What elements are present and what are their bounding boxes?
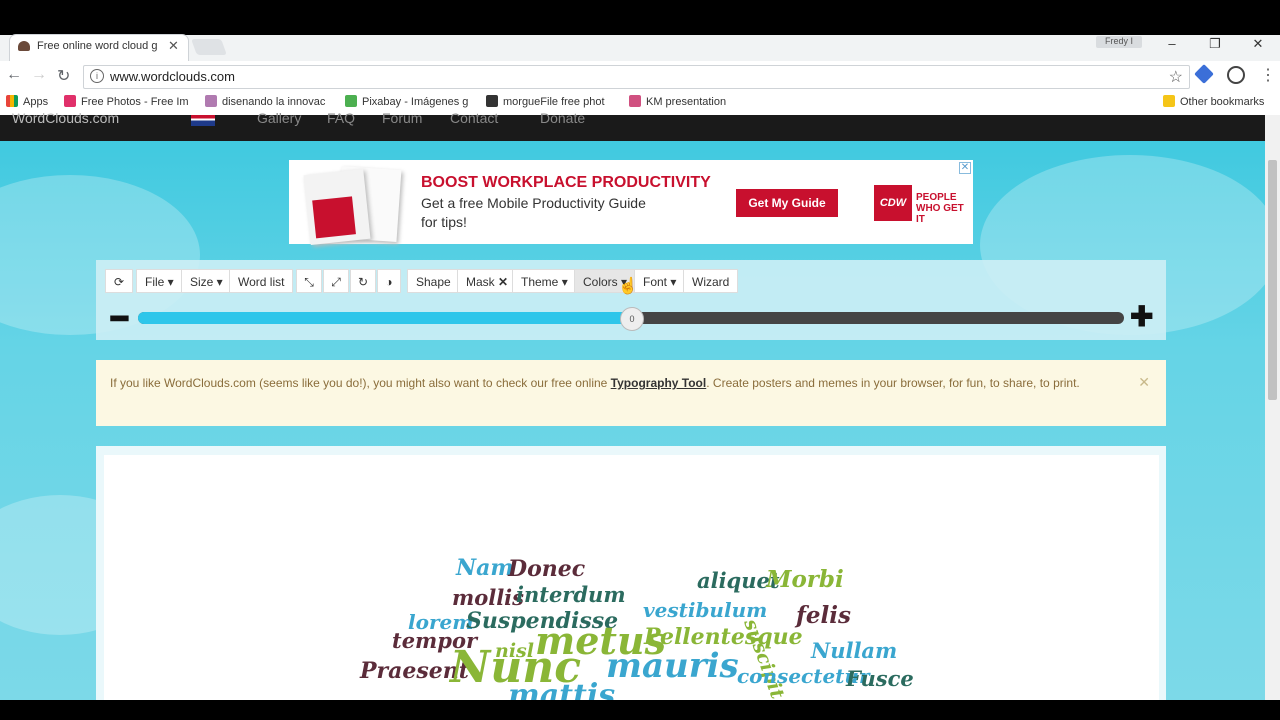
font-label: Font: [643, 275, 668, 289]
ad-document-image: [303, 169, 371, 245]
file-dropdown[interactable]: File ▾: [136, 269, 183, 293]
bookmark-km-presentation[interactable]: KM presentation: [629, 95, 726, 108]
ad-close-icon[interactable]: ✕: [959, 162, 971, 174]
cloud-word: Nam: [456, 555, 514, 581]
minimize-icon[interactable]: –: [1162, 36, 1182, 51]
menu-kebab-icon[interactable]: ⋮: [1260, 65, 1276, 85]
cloud-word: Donec: [508, 556, 586, 582]
flower-icon: [205, 95, 217, 107]
screen-top-letterbox: [0, 0, 1280, 35]
close-window-icon[interactable]: ✕: [1248, 36, 1268, 52]
slider-handle[interactable]: 0: [620, 307, 644, 331]
bookmark-free-photos[interactable]: Free Photos - Free Im: [64, 95, 189, 108]
typography-notice: If you like WordClouds.com (seems like y…: [96, 360, 1166, 426]
speed-extension-icon[interactable]: [1227, 66, 1245, 84]
back-icon[interactable]: ←: [6, 66, 22, 84]
profile-button[interactable]: Fredy I: [1096, 36, 1142, 48]
notice-text-before: If you like WordClouds.com (seems like y…: [110, 376, 611, 390]
cloud-word: mollis: [452, 585, 524, 610]
zoom-plus-button[interactable]: ✚: [1130, 300, 1153, 333]
apps-grid-icon: [6, 95, 18, 107]
expand-icon[interactable]: ⤢: [323, 269, 349, 293]
bookmark-label: morgueFile free phot: [503, 96, 605, 108]
address-bar[interactable]: i www.wordclouds.com ☆: [83, 65, 1190, 89]
browser-tab[interactable]: Free online word cloud g ✕: [10, 35, 188, 61]
other-bookmarks[interactable]: Other bookmarks: [1163, 95, 1264, 108]
rotate-icon[interactable]: ↻: [350, 269, 376, 293]
mask-button[interactable]: Mask ✕: [457, 269, 518, 293]
nav-faq[interactable]: FAQ: [327, 110, 355, 126]
uk-flag-icon[interactable]: [191, 115, 215, 126]
forward-icon[interactable]: →: [31, 66, 47, 84]
bookmark-apps[interactable]: Apps: [6, 95, 48, 108]
nav-donate[interactable]: Donate: [540, 110, 585, 126]
cloud-word: interdum: [516, 582, 626, 607]
cdw-logo: CDW: [874, 185, 912, 221]
notice-text-after: . Create posters and memes in your brows…: [706, 376, 1080, 390]
site-navbar: [0, 115, 1265, 141]
size-label: Size: [190, 275, 214, 289]
word-list-button[interactable]: Word list: [229, 269, 294, 293]
cloud-word: mauris: [606, 646, 739, 686]
morguefile-icon: [486, 95, 498, 107]
ad-banner[interactable]: BOOST WORKPLACE PRODUCTIVITY Get a free …: [289, 160, 973, 245]
close-tab-icon[interactable]: ✕: [168, 38, 179, 54]
zoom-minus-button[interactable]: ━: [111, 302, 128, 335]
bookmark-label: KM presentation: [646, 96, 727, 108]
bookmark-pixabay[interactable]: Pixabay - Imágenes g: [345, 95, 468, 108]
url-text: www.wordclouds.com: [110, 69, 235, 84]
reload-icon[interactable]: ↻: [57, 66, 70, 86]
pixabay-icon: [345, 95, 357, 107]
theme-dropdown[interactable]: Theme ▾: [512, 269, 577, 293]
other-bookmarks-label: Other bookmarks: [1180, 96, 1265, 108]
mask-label: Mask: [466, 275, 495, 289]
size-dropdown[interactable]: Size ▾: [181, 269, 232, 293]
cloud-word: Nullam: [811, 638, 898, 663]
bookmark-morguefile[interactable]: morgueFile free phot: [486, 95, 605, 108]
colors-label: Colors: [583, 275, 618, 289]
cloud-word: Morbi: [766, 566, 844, 593]
shape-button[interactable]: Shape: [407, 269, 460, 293]
ad-tagline: PEOPLE WHO GET IT: [916, 192, 964, 225]
km-icon: [629, 95, 641, 107]
contrast-icon[interactable]: ◑: [377, 269, 401, 293]
font-dropdown[interactable]: Font ▾: [634, 269, 686, 293]
ad-headline: BOOST WORKPLACE PRODUCTIVITY: [421, 174, 711, 191]
file-label: File: [145, 275, 165, 289]
wizard-button[interactable]: Wizard: [683, 269, 739, 293]
ad-body: Get a free Mobile Productivity Guide for…: [421, 195, 646, 230]
site-info-icon[interactable]: i: [90, 69, 104, 83]
restore-icon[interactable]: ❐: [1205, 36, 1225, 52]
bookmark-label: Free Photos - Free Im: [81, 96, 189, 108]
folder-icon: [1163, 95, 1175, 107]
mask-clear-icon[interactable]: ✕: [498, 275, 508, 289]
bookmark-label: Pixabay - Imágenes g: [362, 96, 469, 108]
shrink-icon[interactable]: ⤡: [296, 269, 322, 293]
wordclouds-favicon-icon: [18, 41, 30, 51]
notice-text: If you like WordClouds.com (seems like y…: [110, 374, 1120, 393]
tab-title: Free online word cloud g: [37, 40, 157, 52]
ad-cta-button[interactable]: Get My Guide: [736, 189, 838, 217]
nav-contact[interactable]: Contact: [450, 110, 498, 126]
bookmark-star-icon[interactable]: ☆: [1169, 67, 1183, 87]
cloud-word: felis: [796, 602, 851, 629]
screen-bottom-letterbox: [0, 700, 1280, 720]
scrollbar-thumb[interactable]: [1268, 160, 1277, 400]
site-logo[interactable]: WordClouds.com: [12, 110, 119, 126]
new-tab-button[interactable]: [191, 39, 227, 55]
bookmark-label: disenando la innovac: [222, 96, 326, 108]
bookmark-label: Apps: [23, 96, 49, 108]
refresh-icon[interactable]: ⟳: [105, 269, 133, 293]
nav-gallery[interactable]: Gallery: [257, 110, 301, 126]
theme-label: Theme: [521, 275, 559, 289]
freeimages-icon: [64, 95, 76, 107]
nav-forum[interactable]: Forum: [382, 110, 422, 126]
notice-close-icon[interactable]: ✕: [1138, 374, 1150, 391]
typography-tool-link[interactable]: Typography Tool: [611, 376, 707, 390]
cloud-word: Fusce: [846, 666, 914, 691]
mouse-cursor-icon: ☝: [618, 278, 638, 295]
bookmark-disenando[interactable]: disenando la innovac: [205, 95, 325, 108]
slider-fill: [138, 312, 631, 324]
